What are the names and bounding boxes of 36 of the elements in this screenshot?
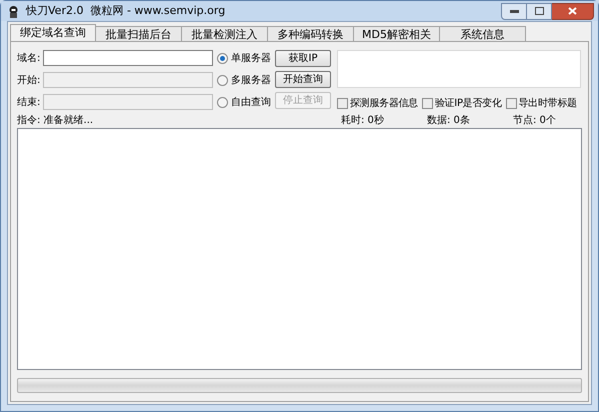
tab[interactable]: 批量检测注入 [182,26,268,41]
field-label: 域名: [17,52,41,66]
radio-button[interactable] [217,74,228,86]
radio-label: 多服务器 [231,74,271,88]
checkbox[interactable] [422,98,433,109]
field-label: 开始: [17,74,41,88]
close-icon [568,7,577,15]
radio-button[interactable] [217,52,228,64]
radio-button[interactable] [217,96,228,108]
minimize-button[interactable] [501,2,527,20]
app-icon [7,4,20,18]
tab[interactable]: 多种编码转换 [268,26,354,41]
close-button[interactable] [552,2,594,20]
minimize-icon [510,10,518,12]
checkbox[interactable] [506,98,516,109]
tab[interactable]: 批量扫描后台 [96,26,182,41]
maximize-button[interactable] [527,2,552,20]
tab[interactable]: MD5解密相关 [354,26,440,41]
field-label: 结束: [17,96,41,110]
checkbox-label: 导出时带标题 [518,96,577,111]
action-button[interactable]: 获取IP [275,50,331,67]
checkbox-label: 探测服务器信息 [350,96,418,111]
input-field[interactable] [43,50,213,66]
tab[interactable]: 系统信息 [440,26,526,41]
elapsed-time: 耗时: 0秒 [341,114,385,128]
data-count: 数据: 0条 [427,114,471,128]
tab[interactable]: 绑定域名查询 [10,24,96,41]
node-count: 节点: 0个 [513,114,556,128]
action-button[interactable]: 开始查询 [275,71,331,88]
command-status: 指令: 准备就绪... [17,114,94,128]
checkbox[interactable] [337,98,348,109]
checkbox-label: 验证IP是否变化 [434,96,502,111]
radio-label: 自由查询 [231,96,271,110]
radio-label: 单服务器 [231,52,271,66]
maximize-icon [534,7,544,15]
window-title: 快刀Ver2.0 微粒网 - www.semvip.org [26,2,226,19]
